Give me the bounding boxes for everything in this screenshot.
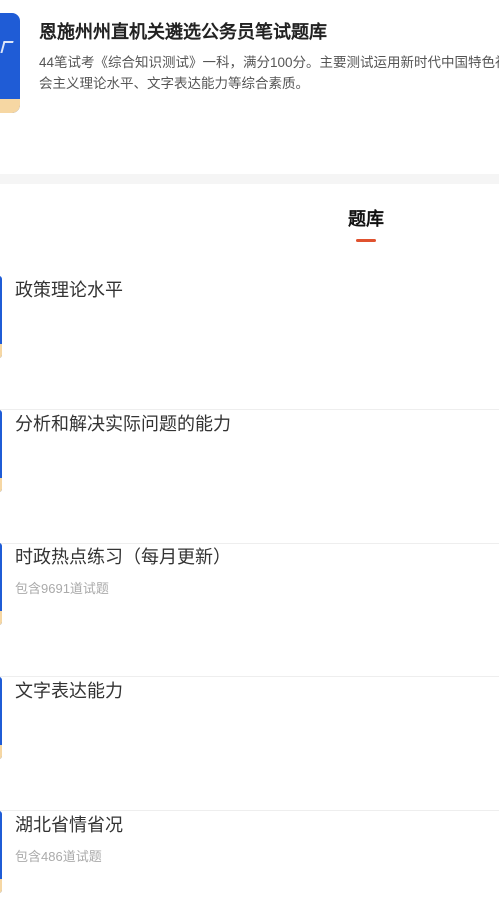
page: 恩施州州直机关遴选公务员笔试题库 44笔试考《综合知识测试》一科，满分100分。… bbox=[0, 0, 499, 915]
list-item-current-affairs[interactable]: 时政热点练习（每月更新） 包含9691道试题 bbox=[0, 543, 499, 677]
item-book-icon bbox=[0, 811, 2, 893]
tab-label: 题库 bbox=[348, 209, 384, 229]
item-count: 包含9691道试题 bbox=[15, 581, 109, 596]
item-book-icon bbox=[0, 543, 2, 625]
item-book-icon bbox=[0, 276, 2, 358]
list-item-hubei-province[interactable]: 湖北省情省况 包含486道试题 bbox=[0, 811, 499, 915]
item-book-icon bbox=[0, 677, 2, 759]
tab-question-bank[interactable]: 题库 bbox=[316, 205, 416, 242]
item-title: 时政热点练习（每月更新） bbox=[15, 547, 231, 567]
item-book-icon bbox=[0, 410, 2, 492]
item-title: 政策理论水平 bbox=[15, 280, 123, 300]
item-title: 分析和解决实际问题的能力 bbox=[15, 414, 231, 434]
bank-cover-image bbox=[0, 13, 20, 113]
list-item-policy-theory[interactable]: 政策理论水平 bbox=[0, 276, 499, 410]
item-count: 包含486道试题 bbox=[15, 849, 102, 864]
list-item-writing[interactable]: 文字表达能力 bbox=[0, 677, 499, 811]
section-divider bbox=[0, 174, 499, 184]
cover-logo-icon bbox=[0, 41, 14, 53]
tab-active-indicator bbox=[356, 239, 376, 242]
list-item-problem-solving[interactable]: 分析和解决实际问题的能力 bbox=[0, 410, 499, 544]
bank-header-card: 恩施州州直机关遴选公务员笔试题库 44笔试考《综合知识测试》一科，满分100分。… bbox=[0, 0, 499, 135]
bank-description: 44笔试考《综合知识测试》一科，满分100分。主要测试运用新时代中国特色社会主义… bbox=[39, 55, 499, 91]
bank-title: 恩施州州直机关遴选公务员笔试题库 bbox=[39, 22, 327, 42]
item-title: 湖北省情省况 bbox=[15, 815, 123, 835]
item-title: 文字表达能力 bbox=[15, 681, 123, 701]
